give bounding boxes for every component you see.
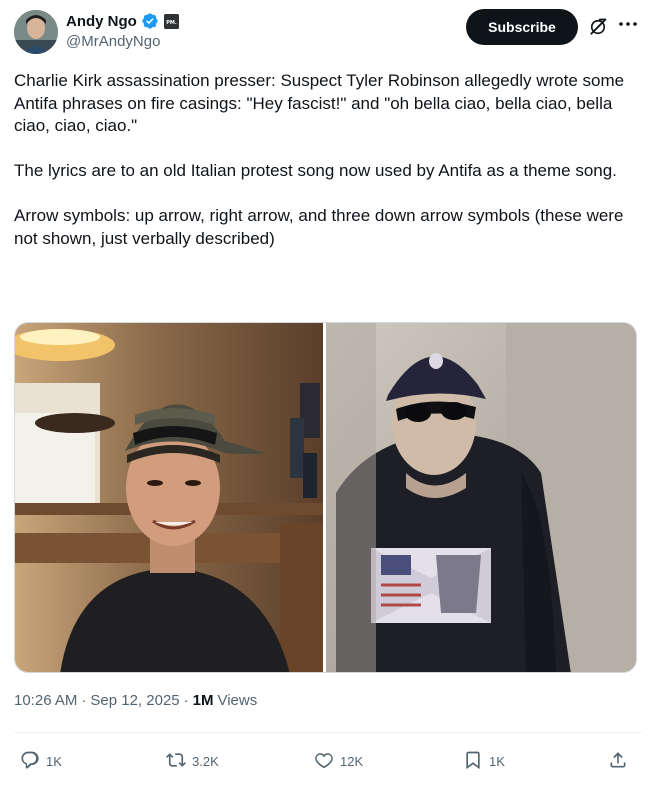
heart-icon: [314, 750, 334, 773]
repost-icon: [166, 750, 186, 773]
reply-count: 1K: [46, 753, 62, 769]
photo-surveillance-man-cap[interactable]: [326, 323, 636, 672]
subscribe-button[interactable]: Subscribe: [466, 9, 578, 45]
share-icon: [608, 750, 628, 773]
repost-button[interactable]: 3.2K: [166, 746, 219, 776]
share-button[interactable]: [608, 746, 628, 776]
like-button[interactable]: 12K: [314, 746, 363, 776]
bookmark-button[interactable]: 1K: [463, 746, 505, 776]
grok-icon[interactable]: [588, 17, 608, 37]
name-row: Andy Ngo PM.: [66, 10, 179, 32]
tweet-time[interactable]: 10:26 AM: [14, 692, 77, 709]
reply-icon: [20, 750, 40, 773]
display-name[interactable]: Andy Ngo: [66, 13, 137, 30]
photo-smiling-man-cap[interactable]: [15, 323, 323, 672]
avatar[interactable]: [14, 10, 58, 54]
tweet-header: Andy Ngo PM. @MrAndyNgo Subscribe: [14, 8, 642, 56]
views-count: 1M: [192, 692, 214, 709]
views-label: Views: [217, 692, 258, 709]
bookmark-count: 1K: [489, 753, 505, 769]
repost-count: 3.2K: [192, 753, 219, 769]
tweet-meta: 10:26 AM · Sep 12, 2025 · 1M Views: [14, 692, 257, 709]
action-bar: 1K 3.2K 12K 1K: [14, 746, 642, 776]
affiliate-badge[interactable]: PM.: [163, 13, 179, 29]
verified-badge-icon: [141, 12, 159, 30]
tweet-date[interactable]: Sep 12, 2025: [90, 692, 179, 709]
meta-separator: ·: [81, 692, 87, 709]
media-grid: [14, 322, 637, 673]
handle[interactable]: @MrAndyNgo: [66, 33, 160, 50]
affiliate-badge-text: PM.: [166, 20, 177, 26]
bookmark-icon: [463, 750, 483, 773]
divider: [14, 732, 642, 733]
tweet-text: Charlie Kirk assassination presser: Susp…: [14, 71, 625, 248]
more-options-icon[interactable]: [618, 14, 638, 34]
meta-separator: ·: [183, 692, 189, 709]
reply-button[interactable]: 1K: [20, 746, 62, 776]
like-count: 12K: [340, 753, 364, 769]
